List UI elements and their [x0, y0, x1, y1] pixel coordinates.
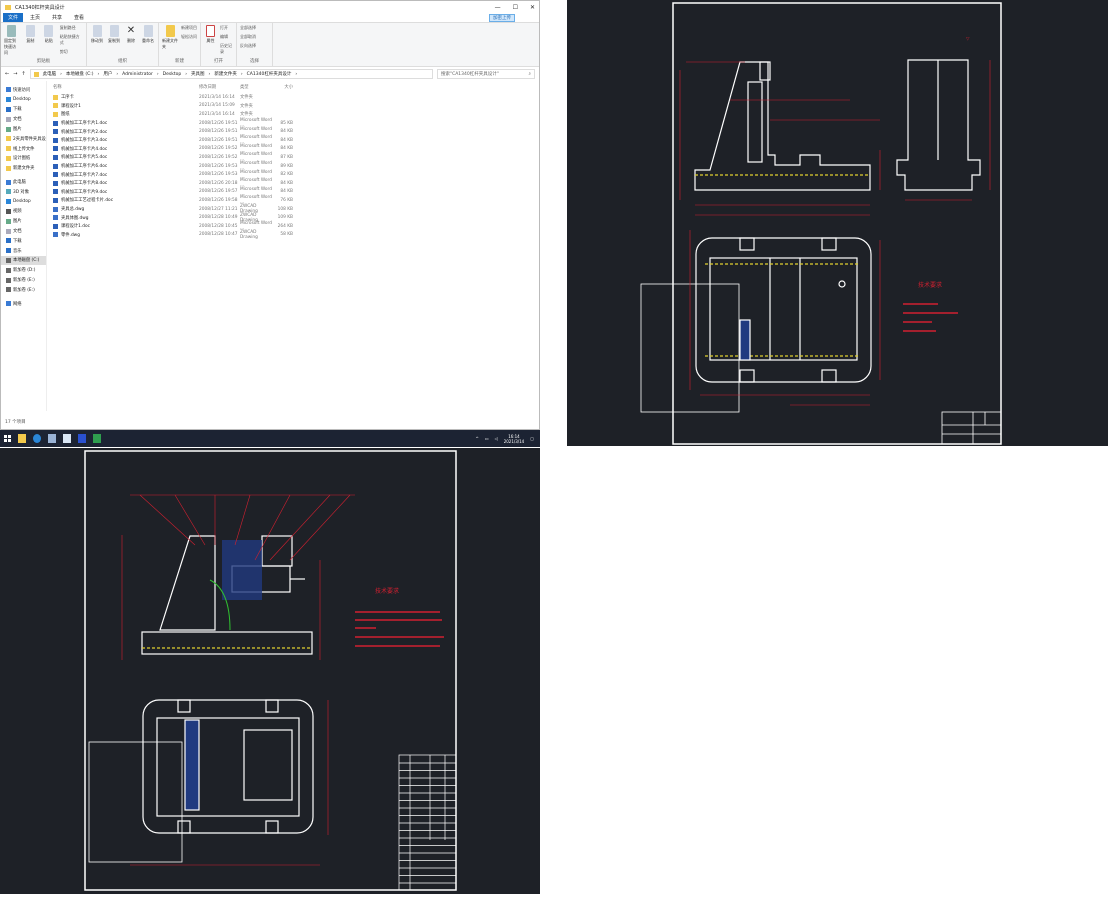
- cad-background: [567, 0, 1108, 446]
- assembly-drawing: 技术要求: [0, 448, 540, 894]
- part-drawing: ▽ 技术要求: [567, 0, 1108, 446]
- hatch-section: [222, 540, 262, 600]
- cad-background: [0, 448, 540, 894]
- roughness-note: ▽: [966, 37, 970, 42]
- cad-drawings: ▽ 技术要求 技术要求: [0, 0, 1108, 894]
- tech-requirements-title: 技术要求: [918, 281, 942, 289]
- tech-requirements-title: 技术要求: [375, 587, 399, 595]
